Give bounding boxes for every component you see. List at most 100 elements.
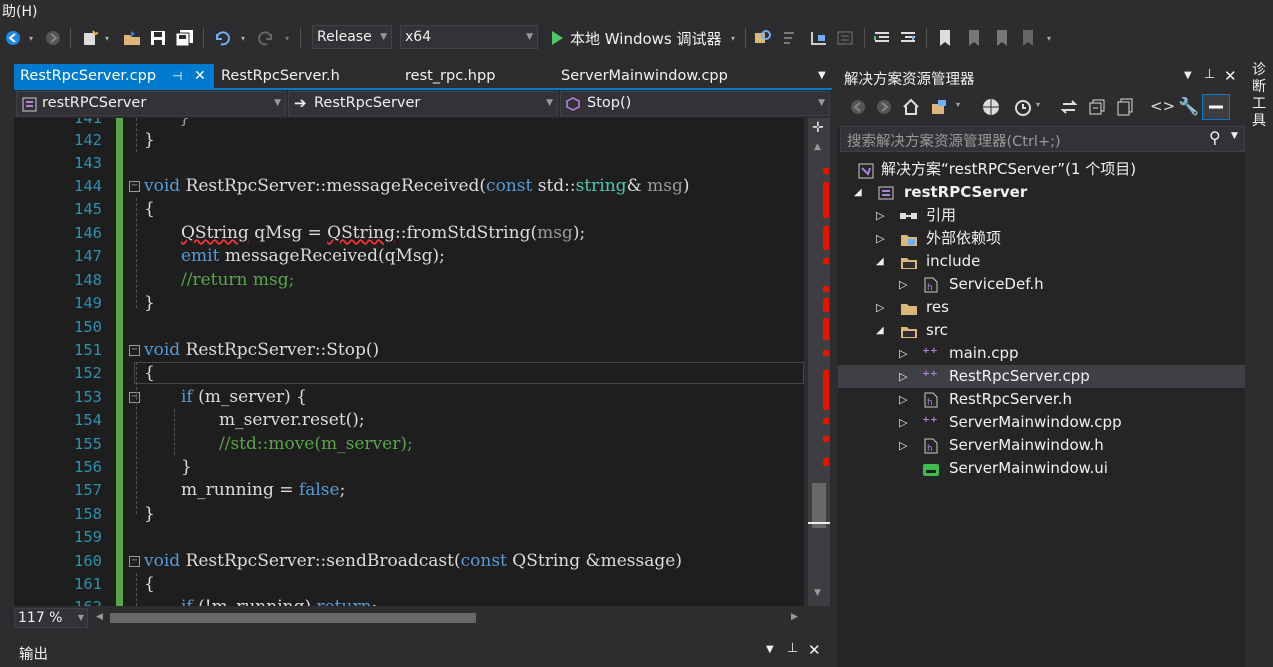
pending-dropdown-icon[interactable]: ▾ bbox=[1036, 100, 1040, 109]
scroll-left-icon[interactable]: ◀ bbox=[96, 612, 103, 622]
collapsed-arrow-icon[interactable]: ▷ bbox=[899, 342, 907, 365]
zoom-dropdown[interactable]: 117 % ▼ bbox=[14, 608, 88, 628]
scroll-right-icon[interactable]: ▶ bbox=[791, 612, 798, 622]
bookmark-icon[interactable] bbox=[934, 27, 956, 49]
save-icon[interactable] bbox=[148, 27, 168, 49]
collapse-icon[interactable]: − bbox=[129, 345, 140, 356]
scroll-down-icon[interactable]: ▼ bbox=[814, 588, 821, 598]
forward-icon[interactable] bbox=[44, 27, 62, 49]
split-icon[interactable]: ✛ bbox=[812, 120, 824, 136]
step-icon[interactable] bbox=[808, 27, 830, 49]
pin-icon[interactable]: ⊥ bbox=[787, 641, 798, 656]
preview-selected-button[interactable] bbox=[1202, 94, 1230, 120]
pin-icon[interactable]: ⊣ bbox=[172, 64, 182, 88]
member-dropdown[interactable]: Stop() ▼ bbox=[560, 91, 830, 116]
tab-restrpcserver-cpp[interactable]: RestRpcServer.cpp ⊣ ✕ bbox=[14, 64, 214, 88]
save-all-icon[interactable] bbox=[174, 27, 196, 49]
back-dropdown-icon[interactable]: ▾ bbox=[26, 27, 36, 49]
new-project-icon[interactable] bbox=[80, 27, 100, 49]
collapse-icon[interactable]: − bbox=[129, 556, 140, 567]
chevron-down-icon[interactable]: ▼ bbox=[766, 644, 774, 655]
error-marker bbox=[823, 458, 829, 466]
sync-icon[interactable] bbox=[1060, 98, 1078, 116]
open-folder-icon[interactable] bbox=[122, 27, 142, 49]
expanded-arrow-icon[interactable]: ◢ bbox=[854, 181, 862, 204]
prev-bookmark-icon[interactable] bbox=[962, 27, 984, 49]
project-dropdown[interactable]: restRPCServer ▼ bbox=[16, 91, 286, 116]
collapsed-arrow-icon[interactable]: ▷ bbox=[899, 273, 907, 296]
clear-bookmarks-icon[interactable] bbox=[1016, 27, 1038, 49]
next-bookmark-icon[interactable] bbox=[990, 27, 1012, 49]
debugger-dropdown-icon[interactable]: ▾ bbox=[728, 27, 738, 49]
code-line: } bbox=[181, 457, 192, 477]
show-all-files-icon[interactable] bbox=[1116, 98, 1134, 116]
class-dropdown[interactable]: ➔ RestRpcServer ▼ bbox=[288, 91, 558, 116]
toolbar-overflow-icon[interactable]: ▾ bbox=[1042, 27, 1056, 49]
tab-rest-rpc-hpp[interactable]: rest_rpc.hpp bbox=[399, 64, 549, 88]
scope-guide bbox=[136, 118, 137, 152]
expanded-arrow-icon[interactable]: ◢ bbox=[876, 250, 884, 273]
tab-overflow-icon[interactable]: ▼ bbox=[812, 64, 830, 88]
switch-views-icon[interactable] bbox=[930, 98, 950, 116]
expanded-arrow-icon[interactable]: ◢ bbox=[876, 319, 884, 342]
collapse-icon[interactable]: − bbox=[129, 181, 140, 192]
pending-changes-icon[interactable] bbox=[1014, 98, 1032, 116]
attach-icon[interactable] bbox=[780, 27, 798, 49]
start-debug-button[interactable]: 本地 Windows 调试器 bbox=[570, 27, 730, 49]
new-dropdown-icon[interactable]: ▾ bbox=[102, 27, 112, 49]
comment-lines-icon[interactable] bbox=[872, 27, 892, 49]
code-editor[interactable]: 141 142 143 144 145 146 147 148 149 150 … bbox=[14, 118, 804, 606]
collapsed-arrow-icon[interactable]: ▷ bbox=[876, 227, 884, 250]
error-marker bbox=[823, 298, 829, 312]
undo-icon[interactable] bbox=[212, 27, 232, 49]
collapsed-arrow-icon[interactable]: ▷ bbox=[899, 365, 907, 388]
collapse-all-icon[interactable] bbox=[1088, 98, 1106, 116]
switch-views-dropdown-icon[interactable]: ▾ bbox=[956, 100, 960, 109]
diagnostic-tools-tab[interactable]: 诊断工具 bbox=[1252, 62, 1268, 130]
platform-dropdown[interactable]: x64 ▼ bbox=[400, 25, 538, 49]
svg-text:h: h bbox=[927, 444, 933, 454]
solution-explorer-header: 解决方案资源管理器 ▼ ⊥ ✕ bbox=[838, 64, 1245, 90]
undo-dropdown-icon[interactable]: ▾ bbox=[238, 27, 248, 49]
collapse-icon[interactable]: − bbox=[129, 392, 140, 403]
project-label: restRPCServer bbox=[904, 183, 1028, 201]
forward-icon[interactable] bbox=[876, 99, 892, 115]
redo-icon[interactable] bbox=[256, 27, 276, 49]
home-icon[interactable] bbox=[902, 98, 920, 116]
collapsed-arrow-icon[interactable]: ▷ bbox=[876, 296, 884, 319]
globe-icon[interactable] bbox=[982, 98, 1000, 116]
search-options-icon[interactable]: ▼ bbox=[1231, 131, 1238, 141]
chevron-down-icon[interactable]: ▼ bbox=[1184, 70, 1192, 81]
close-icon[interactable]: ✕ bbox=[808, 641, 821, 659]
line-number: 157 bbox=[74, 481, 102, 499]
view-code-icon[interactable]: <> bbox=[1150, 97, 1175, 115]
collapsed-arrow-icon[interactable]: ▷ bbox=[899, 411, 907, 434]
tab-servermainwindow-cpp[interactable]: ServerMainwindow.cpp bbox=[555, 64, 775, 88]
configuration-dropdown[interactable]: Release ▼ bbox=[312, 25, 392, 49]
vertical-scrollbar[interactable]: ✛ ▲ ▼ bbox=[808, 118, 830, 606]
properties-wrench-icon[interactable]: 🔧 bbox=[1178, 97, 1199, 117]
back-icon[interactable] bbox=[4, 27, 22, 49]
search-icon[interactable]: ⚲ bbox=[1209, 128, 1221, 147]
collapsed-arrow-icon[interactable]: ▷ bbox=[899, 388, 907, 411]
platform-value: x64 bbox=[405, 29, 432, 45]
collapsed-arrow-icon[interactable]: ▷ bbox=[899, 434, 907, 457]
uncomment-lines-icon[interactable] bbox=[898, 27, 918, 49]
find-in-files-icon[interactable] bbox=[752, 27, 774, 49]
start-debug-icon[interactable] bbox=[548, 27, 566, 49]
code-line: { bbox=[144, 199, 155, 219]
solution-search-input[interactable]: 搜索解决方案资源管理器(Ctrl+;) ⚲ ▼ bbox=[840, 126, 1245, 152]
chevron-down-icon: ▼ bbox=[818, 98, 825, 108]
collapsed-arrow-icon[interactable]: ▷ bbox=[876, 204, 884, 227]
tab-restrpcserver-h[interactable]: RestRpcServer.h bbox=[215, 64, 385, 88]
pin-icon[interactable]: ⊥ bbox=[1204, 67, 1215, 82]
redo-dropdown-icon[interactable]: ▾ bbox=[282, 27, 292, 49]
breakpoint-window-icon[interactable] bbox=[834, 27, 856, 49]
editor-tabs: RestRpcServer.cpp ⊣ ✕ RestRpcServer.h re… bbox=[14, 64, 832, 88]
back-icon[interactable] bbox=[850, 99, 866, 115]
close-icon[interactable]: ✕ bbox=[1224, 67, 1237, 85]
scroll-up-icon[interactable]: ▲ bbox=[814, 142, 821, 152]
horizontal-scrollbar-thumb[interactable] bbox=[110, 613, 476, 623]
menu-help[interactable]: 助(H) bbox=[2, 1, 37, 21]
close-icon[interactable]: ✕ bbox=[194, 64, 206, 88]
